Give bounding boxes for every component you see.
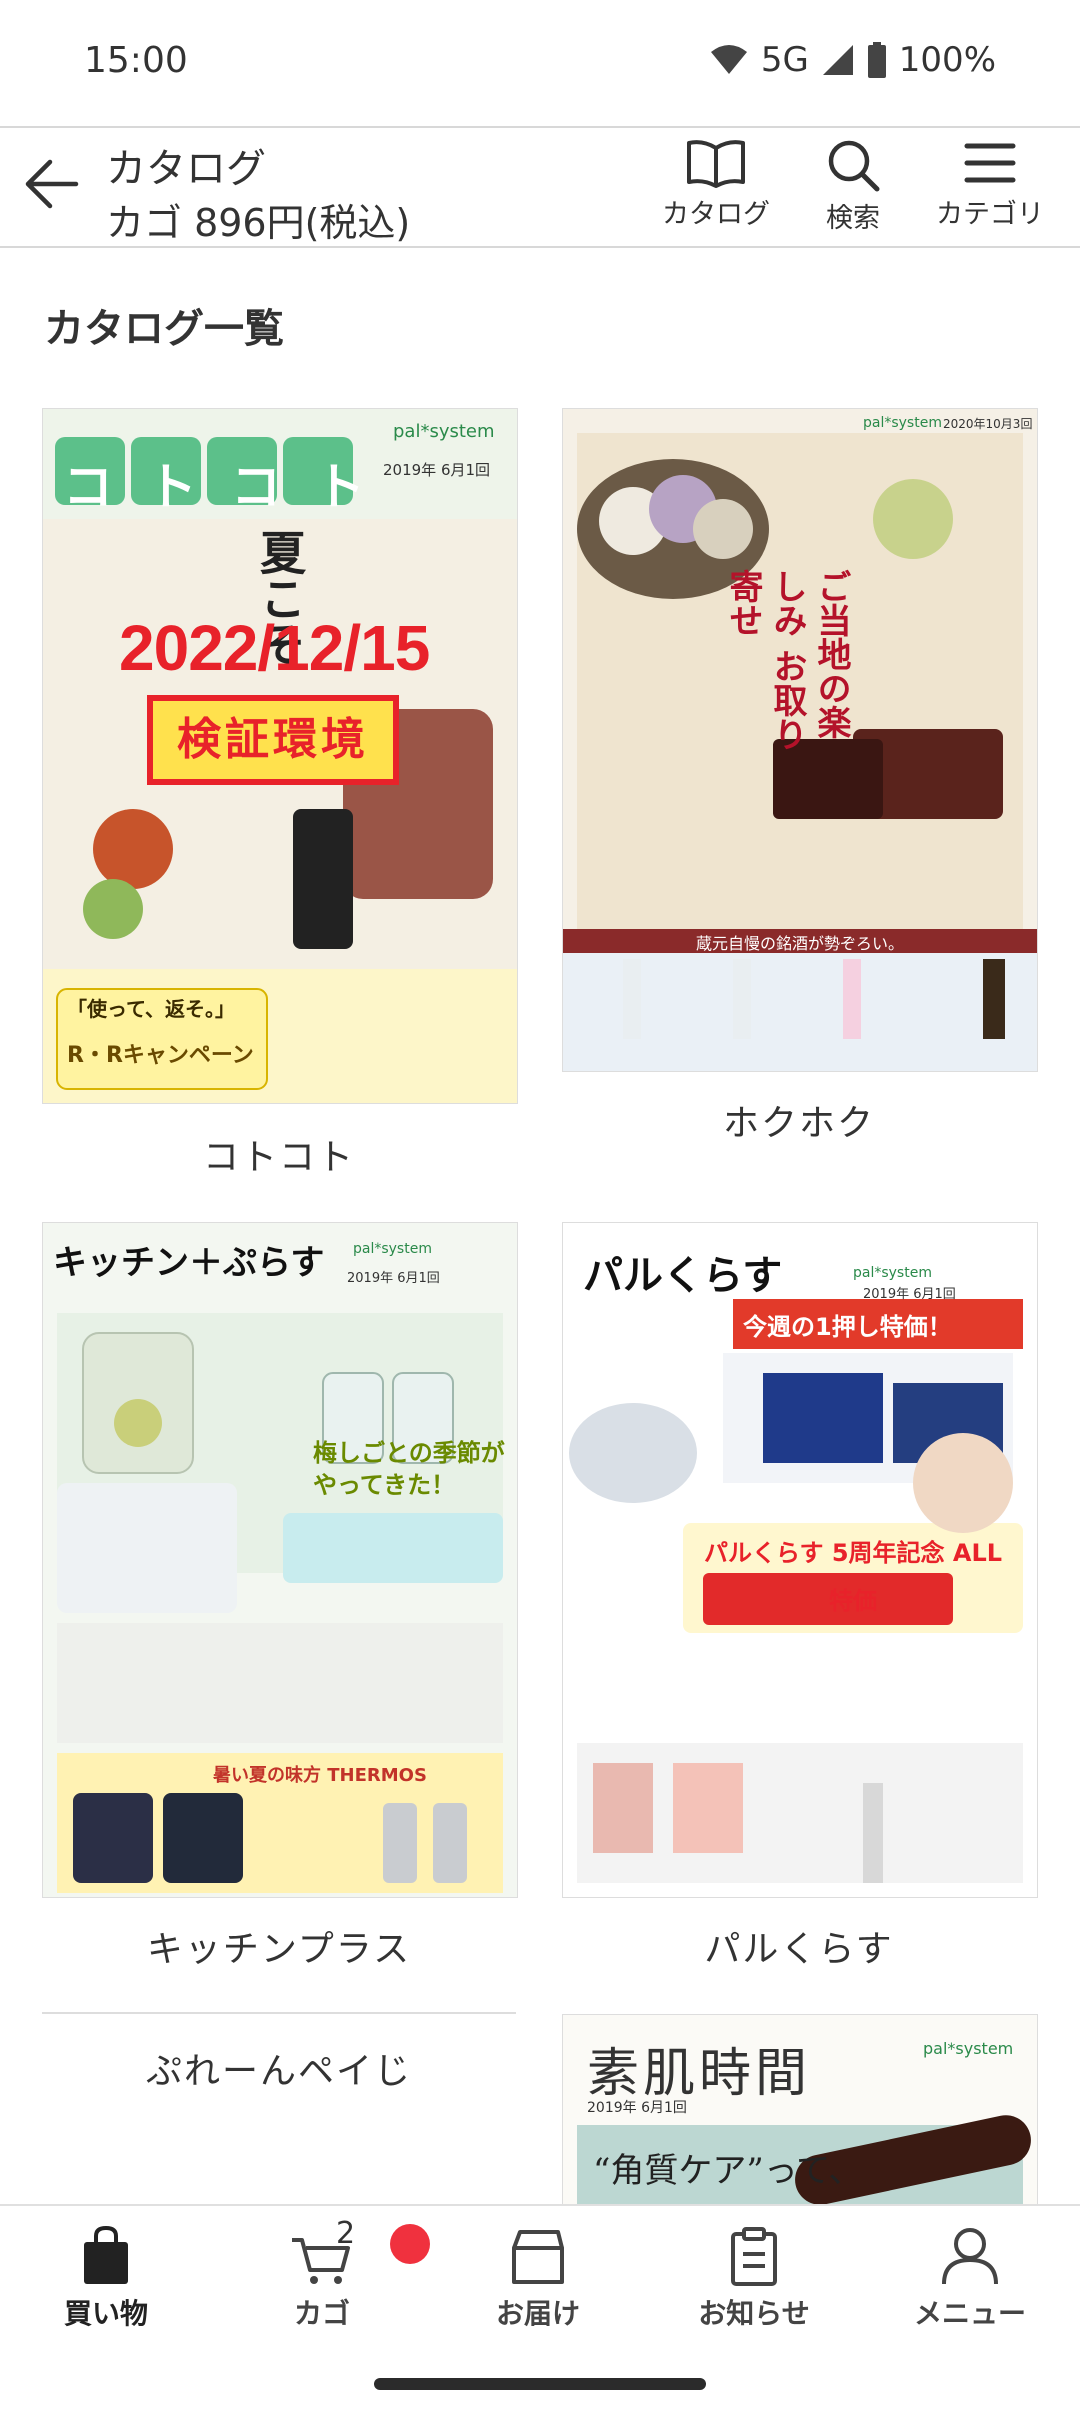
catalog-button-label: カタログ bbox=[662, 199, 770, 230]
divider bbox=[42, 2012, 516, 2014]
cover-date: 2019年 6月1回 bbox=[863, 1287, 956, 1302]
cover-brand: pal*system bbox=[923, 2039, 1014, 2058]
back-button[interactable] bbox=[22, 154, 82, 214]
catalog-name[interactable]: パルくらす bbox=[562, 1920, 1036, 1972]
cover-date: 2019年 6月1回 bbox=[347, 1271, 440, 1286]
cover-brand: pal*system bbox=[353, 1241, 432, 1257]
catalog-button[interactable]: カタログ bbox=[646, 138, 786, 231]
cover-brand: pal*system bbox=[393, 421, 495, 442]
arrow-left-icon bbox=[25, 159, 79, 209]
network-type: 5G bbox=[760, 40, 809, 80]
cover-headline: 梅しごとの季節がやってきた！ bbox=[313, 1439, 505, 1499]
search-button-label: 検索 bbox=[826, 203, 880, 234]
nav-shopping-label: 買い物 bbox=[63, 2297, 148, 2330]
page-title: カタログ bbox=[106, 146, 266, 192]
cover-headline: ご当地の楽しみ お取り寄せ bbox=[723, 569, 851, 751]
cover-brand: pal*system bbox=[863, 415, 942, 431]
nav-notices-label: お知らせ bbox=[698, 2297, 810, 2330]
nav-delivery[interactable]: お届け bbox=[438, 2226, 638, 2332]
nav-delivery-label: お届け bbox=[495, 2297, 580, 2330]
app-bar: カタログ カゴ 896円(税込) カタログ 検索 カテゴリ bbox=[0, 126, 1080, 248]
cover-brand: pal*system bbox=[853, 1265, 932, 1281]
menu-icon bbox=[964, 143, 1016, 183]
nav-notices[interactable]: お知らせ bbox=[654, 2226, 854, 2332]
catalog-name[interactable]: キッチンプラス bbox=[42, 1920, 516, 1972]
wifi-icon bbox=[709, 44, 749, 76]
cover-date: 2020年10月3回 bbox=[943, 417, 1033, 431]
home-indicator[interactable] bbox=[374, 2378, 706, 2390]
catalog-name[interactable]: コトコト bbox=[42, 1128, 516, 1180]
cover-campaign-sub: 「使って、返そ。」 bbox=[67, 997, 235, 1021]
search-icon bbox=[828, 140, 880, 192]
cover-banner: 蔵元自慢の銘酒が勢ぞろい。 bbox=[695, 934, 904, 953]
cover-masthead: キッチン＋ぷらす bbox=[53, 1243, 325, 1283]
cover-date: 2019年 6月1回 bbox=[587, 2100, 687, 2116]
nav-cart-label: カゴ bbox=[293, 2297, 350, 2330]
catalog-name[interactable]: ホクホク bbox=[562, 1094, 1036, 1146]
cart-total[interactable]: カゴ 896円(税込) bbox=[106, 192, 410, 247]
cover-feature: パルくらす 5周年記念 ALL特価 bbox=[703, 1539, 1003, 1615]
catalog-cover-kotokoto[interactable]: コトコト pal*system 2019年 6月1回 夏こそ 2022/12/1… bbox=[42, 408, 518, 1104]
cover-stamp-date: 2022/12/15 bbox=[119, 612, 430, 684]
search-button[interactable]: 検索 bbox=[783, 138, 923, 235]
notification-dot bbox=[390, 2224, 430, 2264]
user-icon bbox=[942, 2228, 998, 2285]
cover-tagline: “角質ケア”って、 bbox=[593, 2151, 863, 2191]
notice-icon bbox=[731, 2227, 777, 2286]
battery-icon bbox=[867, 42, 887, 78]
catalog-cover-pal-kurasu[interactable]: パルくらす pal*system 2019年 6月1回 今週の1押し特価！ パル… bbox=[562, 1222, 1038, 1898]
cover-masthead: 素肌時間 bbox=[587, 2044, 812, 2104]
catalog-cover-suhada-jikan[interactable]: 素肌時間 pal*system 2019年 6月1回 “角質ケア”って、 bbox=[562, 2014, 1038, 2206]
cover-masthead: コトコト bbox=[63, 458, 399, 516]
nav-menu[interactable]: メニュー bbox=[870, 2226, 1070, 2332]
battery-level: 100% bbox=[898, 40, 996, 80]
cover-campaign: R・Rキャンペーン bbox=[67, 1043, 254, 1068]
nav-shopping[interactable]: 買い物 bbox=[6, 2226, 206, 2332]
shopping-bag-icon bbox=[84, 2226, 128, 2284]
status-bar: 15:00 5G 100% bbox=[0, 0, 1080, 125]
status-time: 15:00 bbox=[84, 40, 188, 81]
signal-icon bbox=[821, 43, 855, 77]
cover-feature: 暑い夏の味方 THERMOS bbox=[213, 1765, 427, 1786]
section-heading: カタログ一覧 bbox=[44, 306, 284, 352]
catalog-name[interactable]: ぷれーんペイじ bbox=[42, 2042, 516, 2094]
category-button-label: カテゴリ bbox=[936, 199, 1044, 230]
cart-count-badge: 2 bbox=[336, 2216, 356, 2251]
status-indicators: 5G 100% bbox=[709, 40, 996, 80]
catalog-cover-hokuhoku[interactable]: pal*system 2020年10月3回 ご当地の楽しみ お取り寄せ 蔵元自慢… bbox=[562, 408, 1038, 1072]
cover-headline: 今週の1押し特価！ bbox=[743, 1313, 952, 1341]
cover-masthead: パルくらす bbox=[583, 1253, 783, 1299]
cover-stamp-label: 検証環境 bbox=[147, 695, 399, 785]
cover-date: 2019年 6月1回 bbox=[383, 461, 491, 479]
category-button[interactable]: カテゴリ bbox=[920, 138, 1060, 231]
book-icon bbox=[687, 140, 745, 188]
delivery-box-icon bbox=[512, 2230, 564, 2284]
catalog-cover-kitchen-plus[interactable]: キッチン＋ぷらす pal*system 2019年 6月1回 梅しごとの季節がや… bbox=[42, 1222, 518, 1898]
nav-menu-label: メニュー bbox=[913, 2297, 1026, 2330]
